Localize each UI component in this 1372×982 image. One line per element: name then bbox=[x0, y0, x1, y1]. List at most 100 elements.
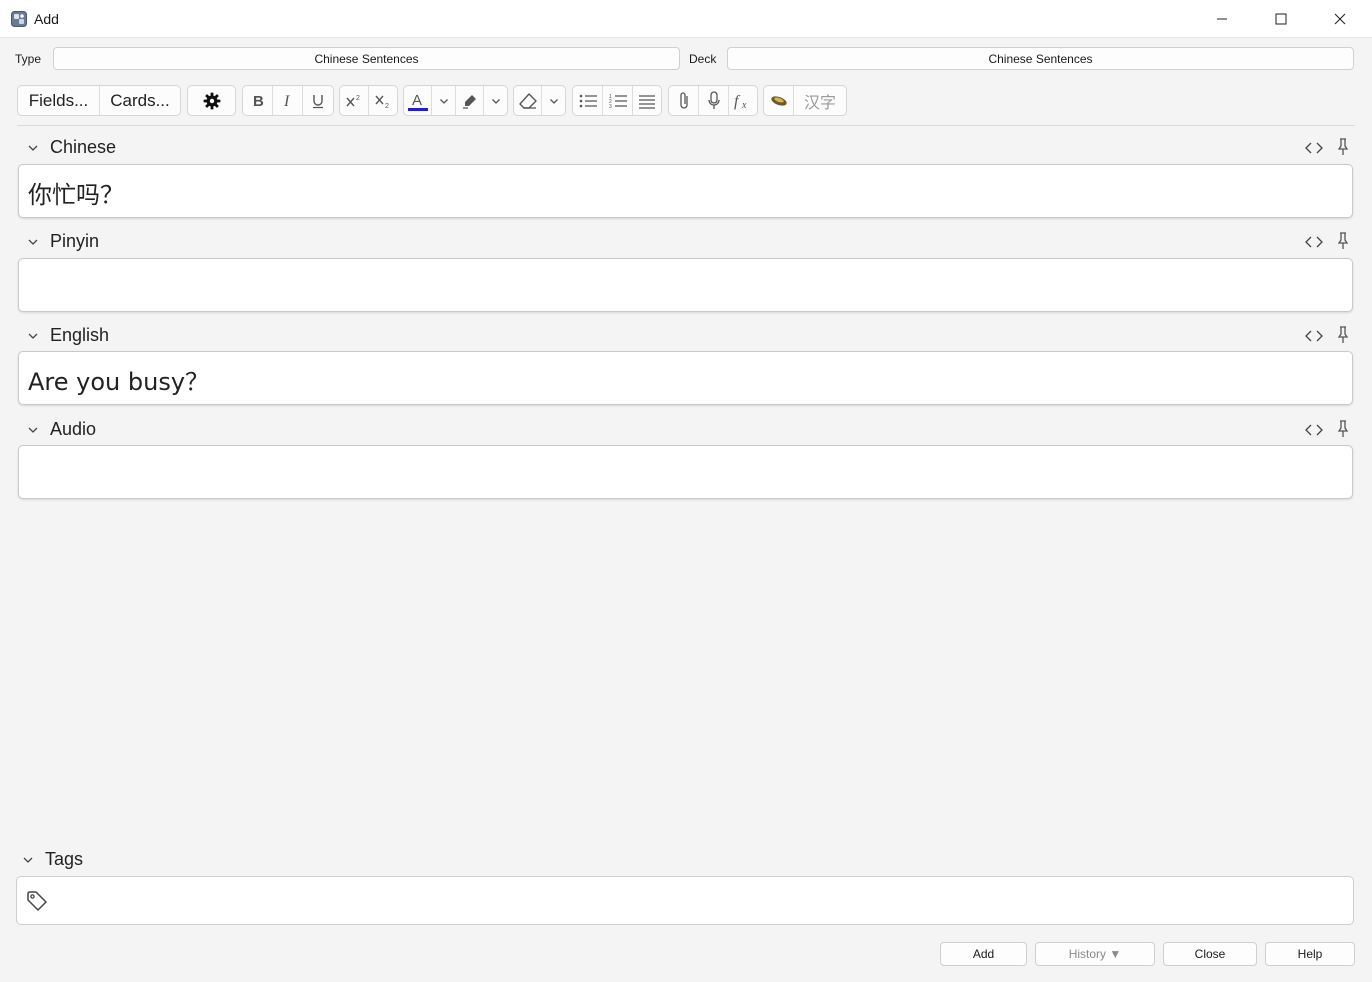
svg-text:A: A bbox=[412, 92, 422, 109]
maximize-button[interactable] bbox=[1252, 0, 1310, 38]
minimize-button[interactable] bbox=[1193, 0, 1251, 38]
underline-button[interactable] bbox=[303, 86, 333, 115]
window-title: Add bbox=[34, 11, 59, 27]
chevron-down-icon[interactable] bbox=[26, 141, 40, 155]
chinese-button-label: 汉字 bbox=[803, 92, 836, 112]
numbered-list-button[interactable]: 123 bbox=[603, 86, 633, 115]
options-group bbox=[187, 85, 236, 116]
chevron-down-icon[interactable] bbox=[26, 423, 40, 437]
close-icon bbox=[1334, 13, 1346, 25]
cards-button[interactable]: Cards... bbox=[100, 86, 180, 115]
highlight-dropdown[interactable] bbox=[484, 86, 507, 115]
italic-icon: I bbox=[283, 93, 290, 109]
deck-selector[interactable]: Chinese Sentences bbox=[727, 47, 1354, 70]
clear-format-dropdown[interactable] bbox=[542, 86, 565, 115]
help-button[interactable]: Help bbox=[1265, 942, 1355, 966]
deck-label: Deck bbox=[689, 52, 717, 66]
field-input-pinyin[interactable] bbox=[18, 258, 1353, 312]
fields-button-label: Fields... bbox=[28, 90, 89, 110]
html-editor-toggle-icon[interactable] bbox=[1304, 328, 1324, 344]
highlight-icon bbox=[462, 94, 476, 109]
pin-icon[interactable] bbox=[1336, 138, 1350, 156]
history-button[interactable]: History ▼ bbox=[1035, 942, 1155, 966]
type-selector[interactable]: Chinese Sentences bbox=[53, 47, 680, 70]
title-bar: Add bbox=[0, 0, 1372, 38]
html-editor-toggle-icon[interactable] bbox=[1304, 140, 1324, 156]
field-input-chinese[interactable]: 你忙吗？ bbox=[18, 164, 1353, 218]
align-button[interactable] bbox=[633, 86, 661, 115]
svg-text:x: x bbox=[741, 100, 747, 110]
tags-label: Tags bbox=[45, 849, 84, 869]
align-icon bbox=[639, 94, 655, 109]
superscript-button[interactable]: 2 bbox=[340, 86, 369, 115]
close-window-button[interactable] bbox=[1311, 0, 1369, 38]
field-header-chinese: Chinese bbox=[18, 136, 1354, 160]
field-header-pinyin: Pinyin bbox=[18, 230, 1354, 254]
script-group: 2 2 bbox=[339, 85, 398, 116]
svg-text:2: 2 bbox=[356, 95, 360, 102]
microphone-icon bbox=[707, 90, 720, 109]
add-button[interactable]: Add bbox=[940, 942, 1027, 966]
bullet-list-button[interactable] bbox=[573, 86, 603, 115]
bold-button[interactable]: B bbox=[243, 86, 273, 115]
attach-button[interactable] bbox=[669, 86, 699, 115]
field-header-audio: Audio bbox=[18, 418, 1354, 442]
addon-group: 汉字 bbox=[763, 85, 847, 116]
field-name-audio: Audio bbox=[50, 419, 97, 439]
html-editor-toggle-icon[interactable] bbox=[1304, 422, 1324, 438]
chevron-down-icon bbox=[491, 98, 500, 104]
field-name-english: English bbox=[50, 325, 110, 345]
field-input-audio[interactable] bbox=[18, 445, 1353, 499]
color-group: A bbox=[403, 85, 508, 116]
formula-icon: fx bbox=[734, 93, 747, 110]
type-value: Chinese Sentences bbox=[314, 51, 419, 66]
pin-icon[interactable] bbox=[1336, 326, 1350, 344]
help-button-label: Help bbox=[1297, 947, 1323, 961]
text-color-dropdown[interactable] bbox=[432, 86, 456, 115]
chevron-down-icon[interactable] bbox=[21, 853, 35, 867]
toolbar-divider bbox=[17, 125, 1355, 126]
numbered-list-icon: 123 bbox=[609, 94, 627, 109]
maximize-icon bbox=[1275, 13, 1287, 25]
subscript-button[interactable]: 2 bbox=[369, 86, 397, 115]
ink-button[interactable] bbox=[764, 86, 794, 115]
underline-icon bbox=[313, 94, 323, 108]
svg-text:B: B bbox=[253, 93, 264, 109]
highlight-button[interactable] bbox=[456, 86, 484, 115]
chinese-button[interactable]: 汉字 bbox=[794, 86, 846, 115]
bullet-list-icon bbox=[579, 94, 597, 107]
chevron-down-icon[interactable] bbox=[26, 329, 40, 343]
chevron-down-icon[interactable] bbox=[26, 235, 40, 249]
html-editor-toggle-icon[interactable] bbox=[1304, 234, 1324, 250]
history-button-label: History ▼ bbox=[1068, 947, 1122, 961]
cards-button-label: Cards... bbox=[110, 90, 170, 110]
field-input-english[interactable]: Are you busy？ bbox=[18, 351, 1353, 405]
options-button[interactable] bbox=[188, 86, 235, 115]
italic-button[interactable]: I bbox=[273, 86, 303, 115]
app-icon bbox=[11, 11, 27, 27]
clear-format-group bbox=[513, 85, 566, 116]
record-audio-button[interactable] bbox=[699, 86, 729, 115]
tag-icon bbox=[27, 891, 47, 911]
fields-button[interactable]: Fields... bbox=[18, 86, 100, 115]
chevron-down-icon bbox=[439, 98, 448, 104]
close-button[interactable]: Close bbox=[1163, 942, 1257, 966]
eraser-icon bbox=[518, 92, 537, 109]
text-color-button[interactable]: A bbox=[404, 86, 432, 115]
deck-value: Chinese Sentences bbox=[988, 51, 1093, 66]
pin-icon[interactable] bbox=[1336, 232, 1350, 250]
media-group: fx bbox=[668, 85, 758, 116]
formula-button[interactable]: fx bbox=[729, 86, 757, 115]
clear-format-button[interactable] bbox=[514, 86, 542, 115]
field-header-english: English bbox=[18, 324, 1354, 348]
ink-icon bbox=[770, 95, 787, 106]
type-label: Type bbox=[15, 52, 42, 66]
text-color-icon: A bbox=[407, 92, 428, 111]
pin-icon[interactable] bbox=[1336, 420, 1350, 438]
add-button-label: Add bbox=[972, 947, 995, 961]
attach-icon bbox=[679, 91, 688, 109]
gear-icon bbox=[203, 92, 220, 109]
svg-text:2: 2 bbox=[385, 103, 389, 109]
tags-input[interactable] bbox=[16, 876, 1354, 925]
list-group: 123 bbox=[572, 85, 662, 116]
